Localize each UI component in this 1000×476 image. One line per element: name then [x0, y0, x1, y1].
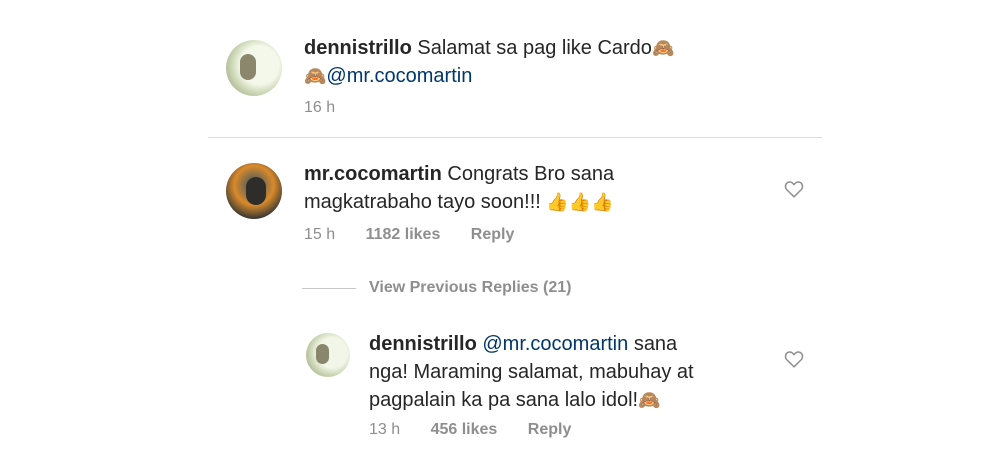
heart-icon[interactable]: [783, 178, 805, 200]
comment-text: pagpalain ka pa sana lalo idol!: [369, 389, 639, 411]
comment-username[interactable]: dennistrillo: [304, 37, 412, 59]
divider: [208, 137, 822, 138]
avatar-face: [246, 177, 266, 205]
comment-meta: 15 h 1182 likes Reply: [304, 225, 540, 245]
avatar-face: [316, 344, 329, 364]
comment-meta: 13 h 456 likes Reply: [369, 420, 597, 440]
emoji-icon: 🙈: [638, 390, 661, 410]
comment-time: 16 h: [304, 99, 336, 116]
comment-username[interactable]: mr.cocomartin: [304, 163, 442, 185]
reply-button[interactable]: Reply: [471, 226, 515, 243]
comment-body: dennistrillo Salamat sa pag like Cardo🙈 …: [304, 34, 764, 90]
mention-link[interactable]: @mr.cocomartin: [326, 65, 472, 87]
comment-username[interactable]: dennistrillo: [369, 333, 477, 355]
comment-text: sana: [633, 333, 678, 355]
likes-count[interactable]: 1182 likes: [366, 226, 441, 243]
comment-meta: 16 h: [304, 98, 361, 118]
comment-body: mr.cocomartin Congrats Bro sana magkatra…: [304, 160, 684, 216]
comment-body: dennistrillo @mr.cocomartin sana nga! Ma…: [369, 330, 769, 414]
mention-link[interactable]: @mr.cocomartin: [482, 333, 628, 355]
thumbs-up-icon: 👍: [591, 192, 614, 212]
emoji-icon: 🙈: [304, 66, 327, 86]
view-previous-replies-button[interactable]: View Previous Replies (21): [369, 278, 571, 298]
reply-button[interactable]: Reply: [528, 421, 572, 438]
thumbs-up-icon: 👍: [568, 192, 592, 212]
comment-time: 15 h: [304, 226, 336, 243]
likes-count[interactable]: 456 likes: [431, 421, 498, 438]
comment-time: 13 h: [369, 421, 401, 438]
avatar-face: [240, 54, 256, 80]
emoji-icon: 🙈: [651, 38, 675, 58]
avatar-dennistrillo[interactable]: [306, 333, 350, 377]
thumbs-up-icon: 👍: [546, 192, 569, 212]
avatar-mr-cocomartin[interactable]: [226, 163, 282, 219]
heart-icon[interactable]: [783, 348, 805, 370]
avatar-dennistrillo[interactable]: [226, 40, 282, 96]
comment-text: nga! Maraming salamat, mabuhay at: [369, 361, 694, 383]
replies-divider: [302, 288, 356, 289]
comment-text: Salamat sa pag like Cardo: [417, 37, 652, 59]
